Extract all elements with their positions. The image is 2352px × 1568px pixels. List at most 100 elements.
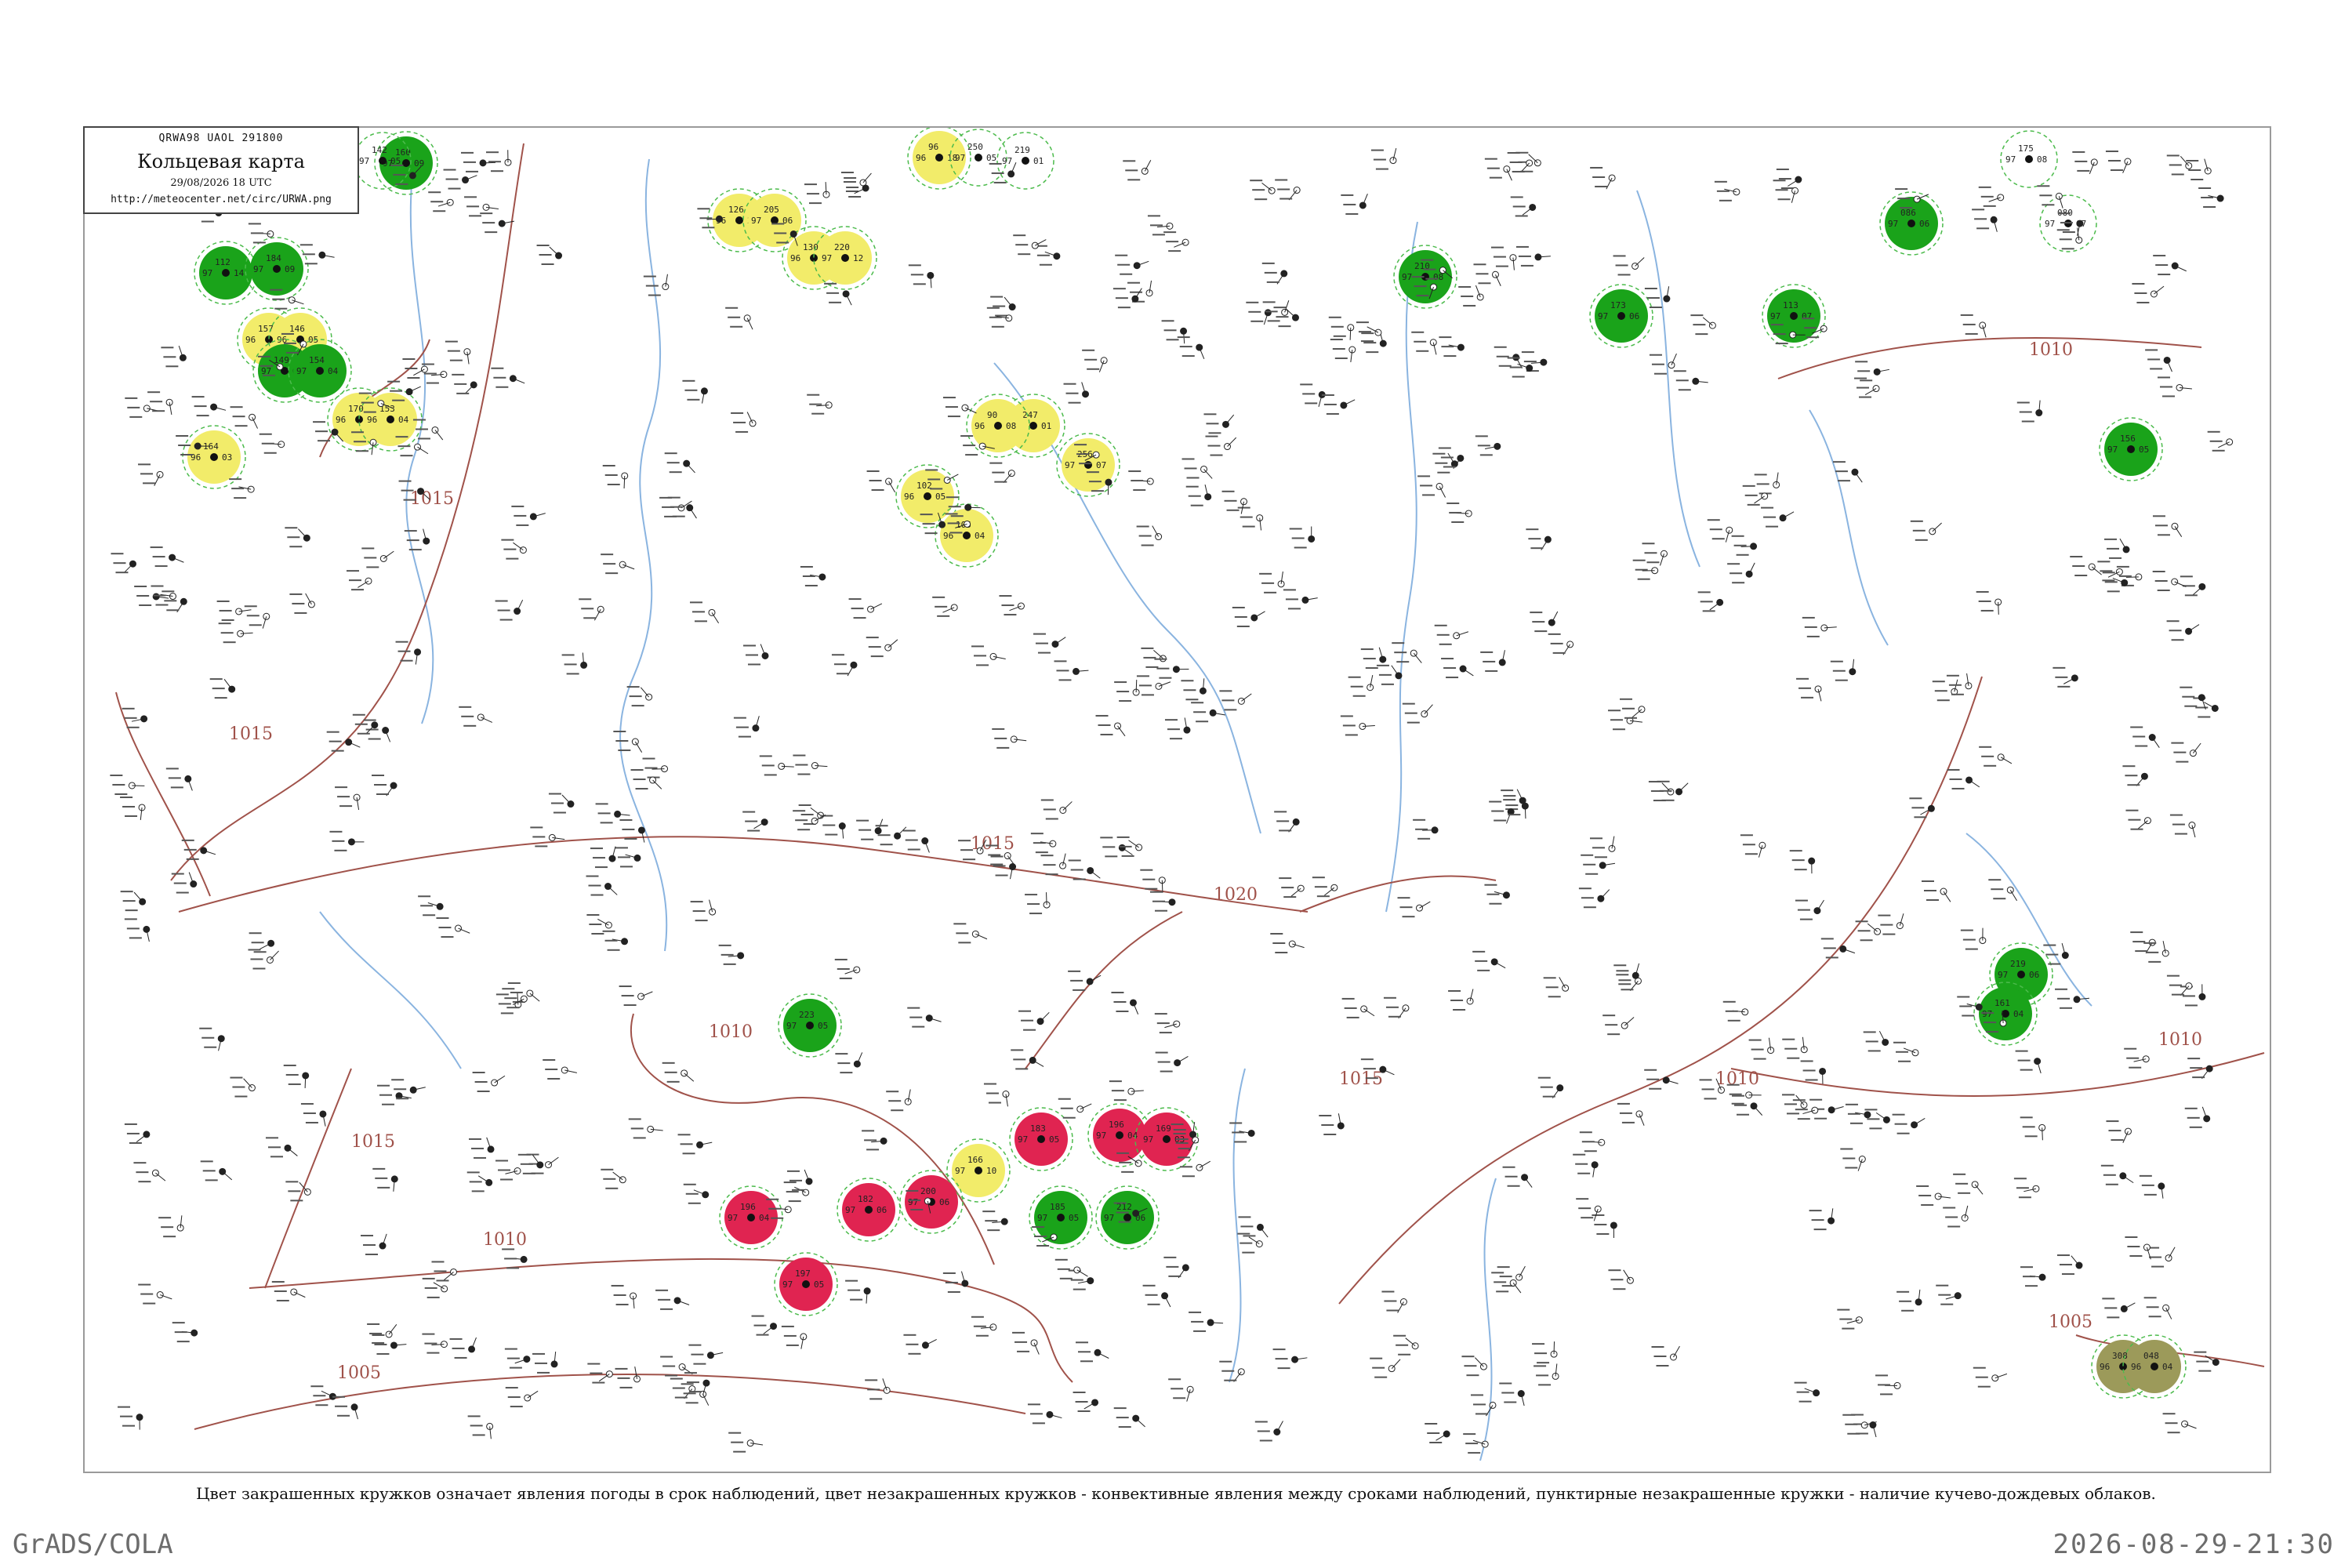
value-glyph xyxy=(1265,310,1278,313)
wind-barb xyxy=(1083,1402,1095,1410)
station-marker[interactable]: 11297 14 xyxy=(194,241,258,305)
isobar-label: 1010 xyxy=(709,1022,753,1042)
station-marker[interactable]: 18597 05 xyxy=(1029,1185,1093,1250)
value-glyph xyxy=(1079,463,1092,465)
station-marker[interactable]: 25697 07 xyxy=(1056,433,1120,497)
value-glyph xyxy=(1062,1116,1076,1119)
station-marker[interactable]: 25097 05 xyxy=(949,129,1007,187)
station-marker[interactable]: 21997 01 xyxy=(996,132,1054,190)
value-glyph xyxy=(302,253,315,256)
station-marker[interactable]: 10596 04 xyxy=(935,503,999,568)
value-glyph xyxy=(452,373,465,376)
wind-barb xyxy=(1134,288,1142,299)
station-marker[interactable]: 19797 05 xyxy=(774,1252,838,1316)
value-glyph xyxy=(1536,1374,1549,1377)
value-glyph xyxy=(1023,1029,1036,1031)
value-glyph xyxy=(1835,470,1848,473)
station-marker[interactable]: 04896 04 xyxy=(2122,1334,2187,1399)
value-glyph xyxy=(1893,1041,1907,1044)
value-glyph xyxy=(139,604,152,606)
value-glyph xyxy=(1835,679,1848,681)
station-plot-symbol xyxy=(787,1169,813,1191)
station-marker[interactable]: 9096 08 xyxy=(966,394,1030,458)
station-plot-symbol xyxy=(1875,1374,1901,1396)
value-glyph xyxy=(1453,1008,1466,1011)
station-marker[interactable]: 17397 06 xyxy=(1589,284,1653,348)
station-plot-symbol xyxy=(1116,836,1143,857)
value-glyph xyxy=(905,839,918,841)
value-glyph xyxy=(2104,581,2118,583)
value-glyph xyxy=(428,191,441,194)
value-glyph xyxy=(1534,630,1548,633)
station-plot-symbol xyxy=(1579,1131,1606,1152)
value-glyph xyxy=(1477,445,1490,447)
station-marker[interactable]: 22097 12 xyxy=(813,226,877,290)
station-marker[interactable]: 18297 06 xyxy=(837,1178,901,1242)
value-glyph xyxy=(836,673,849,675)
wind-barb xyxy=(711,612,720,624)
value-glyph xyxy=(504,1258,517,1260)
station-marker[interactable]: 08697 06 xyxy=(1879,191,1944,256)
station-plot-symbol xyxy=(543,1058,577,1080)
value-glyph xyxy=(1448,989,1461,992)
value-glyph xyxy=(866,637,879,639)
value-glyph xyxy=(630,1127,644,1130)
value-glyph xyxy=(290,1200,303,1202)
station-marker[interactable]: 16697 10 xyxy=(946,1138,1011,1203)
value-glyph xyxy=(1181,1175,1195,1178)
station-marker[interactable]: 21297 06 xyxy=(1095,1185,1160,1250)
value-glyph xyxy=(205,1179,218,1181)
station-marker[interactable]: 15396 04 xyxy=(358,387,423,452)
value-glyph xyxy=(326,731,339,733)
value-glyph xyxy=(988,854,1001,856)
value-glyph xyxy=(753,1324,767,1327)
station-value: 04 xyxy=(975,531,985,541)
station-plot-symbol xyxy=(548,793,575,814)
value-glyph xyxy=(2105,1183,2118,1185)
value-glyph xyxy=(1393,1334,1406,1337)
station-marker[interactable]: 21097 08 xyxy=(1393,245,1457,309)
station-plot-symbol xyxy=(1300,383,1326,407)
value-glyph xyxy=(2141,1184,2154,1186)
station-circle xyxy=(862,184,869,192)
value-glyph xyxy=(1805,1079,1818,1081)
station-marker[interactable]: 20097 06 xyxy=(899,1170,964,1234)
value-glyph xyxy=(2184,1107,2198,1109)
value-glyph xyxy=(1185,699,1199,701)
value-glyph xyxy=(404,530,417,532)
value-glyph xyxy=(927,478,941,481)
station-marker[interactable]: 18497 09 xyxy=(245,237,309,301)
value-glyph xyxy=(1901,1309,1915,1312)
value-glyph xyxy=(986,307,1000,309)
value-glyph xyxy=(1115,297,1128,299)
value-glyph xyxy=(335,786,348,789)
value-glyph xyxy=(424,1287,437,1289)
value-glyph xyxy=(1274,811,1287,813)
value-glyph xyxy=(1224,499,1237,502)
map-url[interactable]: http://meteocenter.net/circ/URWA.png xyxy=(85,194,358,205)
value-glyph xyxy=(1545,986,1559,989)
station-marker[interactable]: 22397 05 xyxy=(778,993,842,1058)
value-glyph xyxy=(434,1270,447,1272)
value-glyph xyxy=(1121,1171,1134,1173)
station-value: 08 xyxy=(1006,421,1016,431)
station-marker[interactable]: 15697 05 xyxy=(2099,417,2163,481)
value-glyph xyxy=(1538,1384,1552,1386)
value-glyph xyxy=(469,215,482,217)
station-plot-symbol xyxy=(199,1027,225,1051)
value-glyph xyxy=(166,609,180,612)
station-plot-symbol xyxy=(619,985,653,1007)
station-plot-symbol xyxy=(495,992,522,1014)
value-glyph xyxy=(374,784,387,786)
value-glyph xyxy=(263,452,277,454)
value-glyph xyxy=(2130,726,2143,728)
value-glyph xyxy=(1512,205,1526,208)
station-marker[interactable]: 16997 03 xyxy=(1134,1107,1199,1171)
station-marker[interactable]: 17597 08 xyxy=(2000,130,2058,188)
station-plot-symbol xyxy=(2143,1297,2172,1319)
value-glyph xyxy=(390,390,403,392)
value-glyph xyxy=(1814,1117,1828,1120)
value-glyph xyxy=(2184,1004,2198,1007)
wind-barb xyxy=(270,950,279,960)
station-circle xyxy=(247,485,255,493)
